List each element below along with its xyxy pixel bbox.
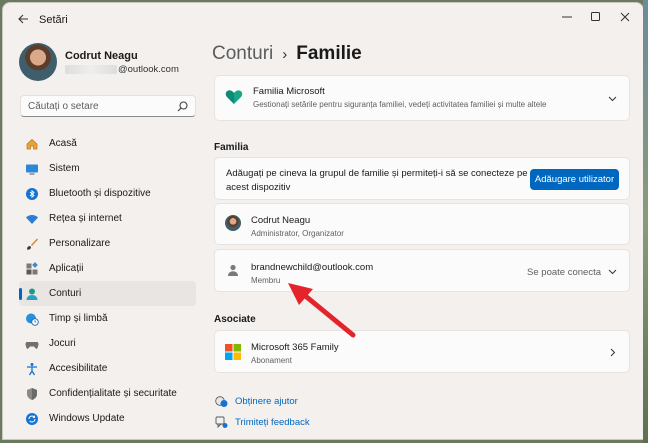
add-user-button[interactable]: Adăugare utilizator (530, 169, 619, 190)
sidebar-item-label: Personalizare (49, 238, 111, 249)
system-icon (26, 164, 38, 174)
maximize-button[interactable] (582, 7, 610, 27)
bluetooth-icon (26, 187, 38, 200)
apps-icon (26, 261, 38, 274)
member-name: Codrut Neagu (251, 215, 311, 226)
family-member-row[interactable]: Codrut Neagu Administrator, Organizator (214, 203, 630, 245)
send-feedback-label: Trimiteți feedback (235, 416, 310, 428)
member-role: Membru (251, 276, 281, 285)
sidebar-item-system[interactable]: Sistem (19, 156, 196, 181)
member-name: brandnewchild@outlook.com (251, 262, 374, 273)
sidebar-item-accessibility[interactable]: Accesibilitate (19, 356, 196, 381)
search-input[interactable] (28, 99, 168, 113)
person-icon (26, 288, 38, 300)
family-banner-title: Familia Microsoft (253, 86, 325, 97)
microsoft-family-card[interactable]: Familia Microsoft Gestionați setările pe… (214, 75, 630, 121)
home-icon (26, 138, 38, 149)
sidebar-nav: Acasă Sistem Bluetooth și dispozitive Re… (19, 131, 196, 431)
wifi-icon (26, 214, 38, 224)
get-help-link[interactable]: Obținere ajutor (214, 394, 298, 408)
family-banner-subtitle: Gestionați setările pentru siguranța fam… (253, 100, 547, 109)
title-bar: Setări (3, 3, 643, 33)
family-member-row[interactable]: brandnewchild@outlook.com Membru Se poat… (214, 249, 630, 292)
member-status: Se poate conecta (527, 267, 601, 278)
search-icon (177, 101, 188, 112)
add-family-member-card: Adăugați pe cineva la grupul de familie … (214, 157, 630, 200)
brush-icon (27, 238, 38, 250)
update-icon (26, 412, 38, 425)
chevron-down-icon (608, 96, 617, 102)
sidebar-item-bluetooth[interactable]: Bluetooth și dispozitive (19, 181, 196, 206)
sidebar-item-personalization[interactable]: Personalizare (19, 231, 196, 256)
sidebar-item-windows-update[interactable]: Windows Update (19, 406, 196, 431)
desktop-background (643, 0, 648, 443)
microsoft-365-family-card[interactable]: Microsoft 365 Family Abonament (214, 330, 630, 373)
associated-section-label: Asociate (214, 314, 256, 325)
minimize-icon (562, 16, 572, 18)
sidebar-item-label: Aplicații (49, 263, 84, 274)
back-arrow-icon (17, 14, 28, 24)
sidebar-item-privacy[interactable]: Confidențialitate și securitate (19, 381, 196, 406)
settings-window: Setări Codrut Neagu @outlook.com Acasă S… (2, 2, 644, 440)
sidebar-item-home[interactable]: Acasă (19, 131, 196, 156)
breadcrumb: Conturi › Familie (212, 43, 362, 65)
sidebar-item-gaming[interactable]: Jocuri (19, 331, 196, 356)
shield-icon (27, 387, 37, 400)
page-title: Familie (296, 43, 362, 64)
subscription-title: Microsoft 365 Family (251, 342, 339, 353)
sidebar-item-label: Confidențialitate și securitate (49, 388, 177, 399)
help-icon (214, 395, 227, 407)
chevron-down-icon[interactable] (608, 269, 617, 275)
sidebar-item-label: Jocuri (49, 338, 76, 349)
sidebar-item-label: Sistem (49, 163, 80, 174)
minimize-button[interactable] (553, 7, 581, 27)
sidebar-item-label: Rețea și internet (49, 213, 122, 224)
breadcrumb-separator: › (282, 45, 288, 63)
sidebar-item-accounts[interactable]: Conturi (19, 281, 196, 306)
back-button[interactable] (11, 9, 35, 29)
profile-email-domain: @outlook.com (118, 64, 179, 75)
gamepad-icon (25, 341, 39, 349)
avatar (225, 215, 241, 231)
avatar[interactable] (19, 43, 57, 81)
breadcrumb-parent[interactable]: Conturi (212, 43, 273, 65)
send-feedback-link[interactable]: Trimiteți feedback (214, 415, 310, 429)
add-family-text-line1: Adăugați pe cineva la grupul de familie … (226, 168, 528, 179)
accessibility-icon (27, 362, 37, 375)
get-help-label: Obținere ajutor (235, 395, 298, 407)
profile-email: @outlook.com (65, 64, 179, 75)
email-redaction (65, 64, 117, 74)
add-family-text-line2: acest dispozitiv (226, 182, 291, 193)
sidebar-item-label: Windows Update (49, 413, 125, 424)
feedback-icon (215, 416, 227, 428)
sidebar-item-label: Timp și limbă (49, 313, 108, 324)
subscription-subtitle: Abonament (251, 356, 292, 365)
microsoft-logo-icon (225, 344, 241, 360)
sidebar-item-label: Conturi (49, 288, 82, 299)
search-box[interactable] (20, 95, 196, 117)
close-icon (620, 12, 630, 22)
member-role: Administrator, Organizator (251, 229, 344, 238)
family-section-label: Familia (214, 142, 249, 153)
close-button[interactable] (611, 7, 639, 27)
sidebar-item-label: Acasă (49, 138, 77, 149)
profile-name: Codrut Neagu (65, 50, 138, 62)
chevron-right-icon (610, 348, 616, 357)
maximize-icon (591, 12, 600, 21)
sidebar-item-apps[interactable]: Aplicații (19, 256, 196, 281)
sidebar-item-network[interactable]: Rețea și internet (19, 206, 196, 231)
sidebar-item-time-language[interactable]: Timp și limbă (19, 306, 196, 331)
globe-clock-icon (26, 313, 39, 326)
person-icon (228, 264, 238, 276)
sidebar-item-label: Bluetooth și dispozitive (49, 188, 151, 199)
sidebar-item-label: Accesibilitate (49, 363, 108, 374)
app-title: Setări (39, 14, 68, 26)
family-heart-icon (225, 90, 243, 104)
